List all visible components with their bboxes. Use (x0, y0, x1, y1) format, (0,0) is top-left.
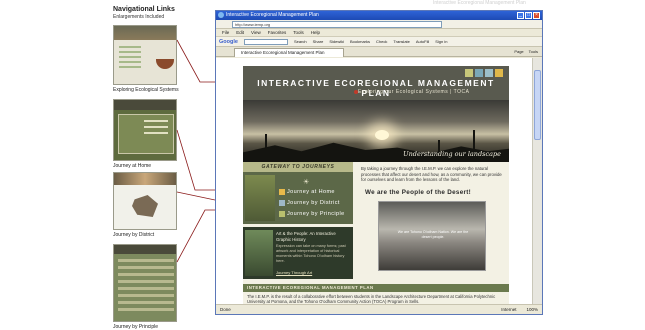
thumbnail-journey-home (113, 99, 177, 161)
gateway-heading: GATEWAY TO JOURNEYS (243, 162, 353, 172)
status-bar: Done Internet 100% (216, 304, 542, 314)
people-photo-caption: We are Tohono O'odham Nation. We are the… (397, 230, 469, 239)
menu-help[interactable]: Help (311, 29, 320, 36)
status-text: Done (220, 307, 231, 312)
journey-through-art-link[interactable]: Journey Through Art (276, 270, 312, 275)
maximize-button[interactable]: □ (525, 12, 532, 19)
google-sidewiki-button[interactable]: Sidewiki (329, 37, 344, 47)
art-text: Expression can take on many forms; past … (276, 244, 346, 263)
journey-menu: ☀ Journey at Home Journey by District Jo… (243, 172, 353, 224)
journey-photo (245, 175, 275, 221)
window-title: Interactive Ecoregional Management Plan (226, 12, 319, 18)
footer-text: The I.E.M.P. is the result of a collabor… (247, 294, 496, 304)
tab-bar: Interactive Ecoregional Management Plan … (216, 47, 542, 57)
page-subtitle: Exploring our Ecological Systems | TOCA (358, 89, 470, 95)
journey-home-label: Journey at Home (287, 189, 335, 195)
google-search-input[interactable] (243, 38, 288, 45)
google-bookmarks-button[interactable]: Bookmarks (350, 37, 370, 47)
hero-caption: Understanding our landscape (403, 150, 501, 158)
thumbnail-exploring (113, 25, 177, 85)
journey-home-marker-icon (279, 189, 285, 195)
intro-text: By taking a journey through the I.E.M.P.… (361, 166, 502, 182)
nav-links-subtitle: Enlargements Included (113, 14, 165, 20)
caption-journey-principle: Journey by Principle (113, 324, 159, 330)
sun-emblem-icon: ☀ (303, 179, 310, 186)
people-heading: We are the People of the Desert! (365, 189, 472, 196)
tools-menu[interactable]: Tools (529, 48, 538, 56)
iemp-page: INTERACTIVE ECOREGIONAL MANAGEMENT PLAN … (243, 66, 509, 306)
vertical-scrollbar[interactable] (532, 58, 542, 306)
menu-tools[interactable]: Tools (293, 29, 304, 36)
menu-view[interactable]: View (251, 29, 261, 36)
journey-by-principle-link[interactable]: Journey by Principle (279, 208, 351, 220)
close-button[interactable]: × (533, 12, 540, 19)
address-input[interactable]: http://www.iemp.org (232, 21, 442, 28)
google-toolbar: Google Search Share Sidewiki Bookmarks C… (216, 37, 542, 47)
google-search-button[interactable]: Search (294, 37, 307, 47)
faint-watermark-title: Interactive Ecoregional Management Plan (433, 0, 526, 6)
journey-principle-marker-icon (279, 211, 285, 217)
thumbnail-journey-district (113, 172, 177, 230)
page-menu[interactable]: Page (514, 48, 523, 56)
google-share-button[interactable]: Share (313, 37, 324, 47)
page-content: INTERACTIVE ECOREGIONAL MANAGEMENT PLAN … (216, 58, 534, 306)
google-translate-button[interactable]: Translate (393, 37, 410, 47)
page-title: INTERACTIVE ECOREGIONAL MANAGEMENT PLAN (257, 78, 495, 98)
menu-favorites[interactable]: Favorites (268, 29, 287, 36)
caption-journey-district: Journey by District (113, 232, 155, 238)
google-signin-button[interactable]: Sign in (435, 37, 447, 47)
footer-heading: INTERACTIVE ECOREGIONAL MANAGEMENT PLAN (243, 284, 509, 292)
hero-landscape-image: Understanding our landscape (243, 100, 509, 162)
google-check-button[interactable]: Check (376, 37, 387, 47)
color-swatches (465, 69, 503, 77)
tab-active[interactable]: Interactive Ecoregional Management Plan (234, 48, 344, 57)
minimize-button[interactable]: _ (517, 12, 524, 19)
swatch-4 (495, 69, 503, 77)
journey-principle-label: Journey by Principle (287, 211, 345, 217)
swatch-3 (485, 69, 493, 77)
title-bar: Interactive Ecoregional Management Plan … (216, 11, 542, 20)
art-title: Art & the People: An Interactive Graphic… (276, 231, 336, 242)
menu-edit[interactable]: Edit (236, 29, 244, 36)
security-zone: Internet (501, 307, 517, 312)
google-logo: Google (219, 38, 238, 45)
art-feature-box: Art & the People: An Interactive Graphic… (243, 227, 353, 279)
google-autofill-button[interactable]: AutoFill (416, 37, 429, 47)
nav-links-title: Navigational Links (113, 6, 175, 13)
art-photo (245, 230, 273, 276)
menu-file[interactable]: File (222, 29, 229, 36)
caption-journey-home: Journey at Home (113, 163, 152, 169)
swatch-1 (465, 69, 473, 77)
caption-exploring: Exploring Ecological Systems (113, 87, 179, 93)
journey-district-marker-icon (279, 200, 285, 206)
journey-district-label: Journey by District (287, 200, 340, 206)
zoom-level[interactable]: 100% (526, 305, 538, 314)
swatch-2 (475, 69, 483, 77)
browser-window: Interactive Ecoregional Management Plan … (215, 10, 543, 315)
thumbnail-journey-principle (113, 244, 177, 322)
address-bar: http://www.iemp.org (216, 20, 542, 29)
hero-header: INTERACTIVE ECOREGIONAL MANAGEMENT PLAN … (243, 66, 509, 100)
browser-logo-icon (218, 12, 224, 18)
scrollbar-thumb[interactable] (534, 70, 541, 140)
